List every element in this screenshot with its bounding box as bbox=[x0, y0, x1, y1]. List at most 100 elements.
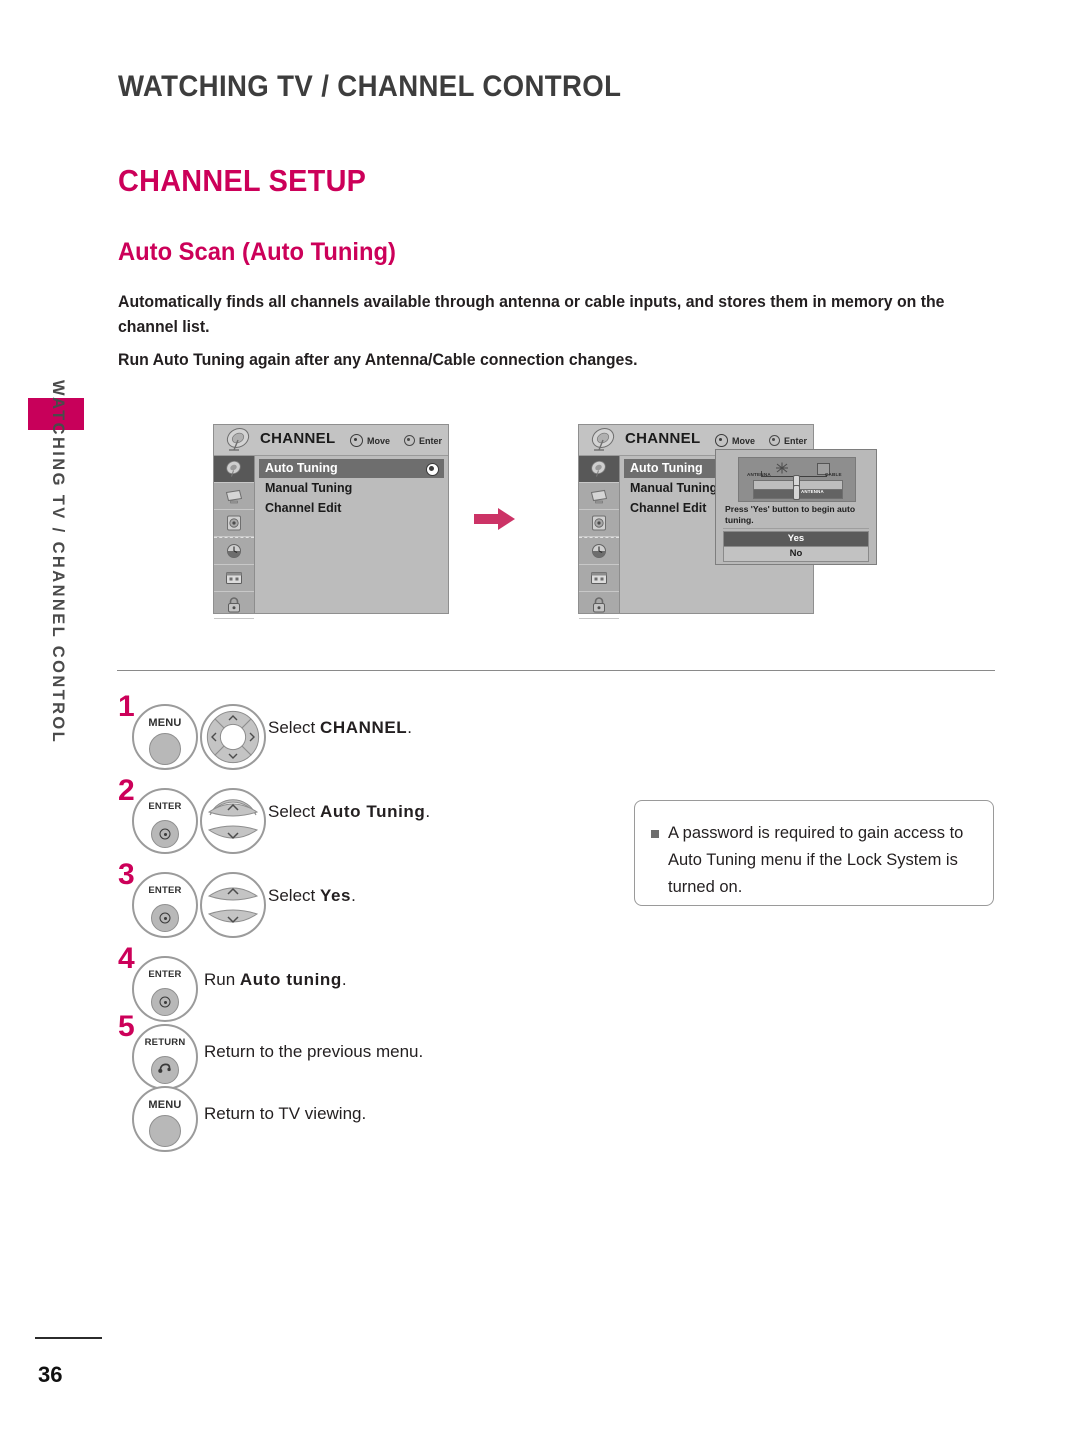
rail-item-time[interactable] bbox=[214, 537, 254, 565]
enter-dot-icon bbox=[768, 435, 780, 446]
enter-button-key bbox=[151, 820, 179, 848]
osd-titlebar: CHANNEL Move Enter bbox=[214, 425, 448, 456]
audio-speaker-icon bbox=[227, 515, 241, 531]
dialog-divider bbox=[723, 528, 869, 529]
move-nav-icon bbox=[714, 434, 728, 447]
osd-menu-item-manual-tuning[interactable]: Manual Tuning bbox=[259, 479, 444, 498]
dialog-message-text: Press 'Yes' button to begin auto tuning. bbox=[725, 504, 856, 525]
step-instruction: Return to TV viewing. bbox=[204, 1104, 366, 1124]
osd-menu-list: Auto Tuning Manual Tuning Channel Edit bbox=[255, 456, 448, 613]
osd-hint-enter-label: Enter bbox=[418, 435, 442, 446]
return-button-label: RETURN bbox=[144, 1037, 186, 1048]
diagram-label-antenna: ANTENNA bbox=[747, 472, 771, 477]
menu-button-label: MENU bbox=[148, 717, 182, 729]
step-text-prefix: Select bbox=[268, 886, 320, 905]
step-instruction: Select CHANNEL. bbox=[268, 718, 412, 738]
step-number: 4 bbox=[118, 942, 135, 975]
antenna-icon bbox=[776, 462, 788, 474]
osd-menu-item-label: Manual Tuning bbox=[630, 481, 718, 495]
osd-icon-rail bbox=[579, 456, 620, 619]
step-text-suffix: . bbox=[341, 970, 347, 989]
enter-button[interactable]: ENTER bbox=[132, 956, 198, 1022]
step-text-prefix: Return to TV viewing. bbox=[204, 1104, 367, 1123]
rail-item-picture[interactable] bbox=[214, 483, 254, 510]
section-divider-rule bbox=[117, 670, 995, 671]
page-number: 36 bbox=[38, 1362, 63, 1387]
dialog-no-button[interactable]: No bbox=[723, 546, 869, 562]
time-clock-icon bbox=[227, 544, 241, 558]
osd-icon-rail bbox=[214, 456, 255, 619]
auto-tuning-confirm-dialog: ANTENNA CABLE ANTENNA Press 'Yes' button… bbox=[715, 449, 877, 565]
rail-item-picture[interactable] bbox=[579, 483, 619, 510]
time-clock-icon bbox=[592, 544, 606, 558]
rail-item-lock[interactable] bbox=[579, 592, 619, 619]
step-row: 3 ENTER Select Yes. bbox=[118, 860, 588, 948]
right-arrow-icon bbox=[474, 508, 515, 530]
move-nav-icon bbox=[349, 434, 363, 447]
osd-title-label: CHANNEL bbox=[625, 430, 701, 447]
dialog-yes-button[interactable]: Yes bbox=[723, 531, 869, 547]
osd-menu-item-channel-edit[interactable]: Channel Edit bbox=[259, 499, 444, 518]
enter-button-label: ENTER bbox=[148, 969, 182, 980]
up-down-nav-wheel[interactable] bbox=[200, 788, 266, 854]
step-number: 3 bbox=[118, 858, 135, 891]
lock-padlock-icon bbox=[593, 597, 605, 613]
step-text-suffix: . bbox=[407, 718, 413, 737]
osd-menu-item-auto-tuning[interactable]: Auto Tuning bbox=[259, 459, 444, 478]
return-button[interactable]: RETURN bbox=[132, 1024, 198, 1090]
intro-paragraph-2: Run Auto Tuning again after any Antenna/… bbox=[118, 351, 638, 369]
osd-menu-item-label: Channel Edit bbox=[630, 501, 707, 515]
picture-tv-icon bbox=[590, 489, 608, 504]
rail-item-option[interactable] bbox=[214, 565, 254, 592]
enter-button[interactable]: ENTER bbox=[132, 788, 198, 854]
audio-speaker-icon bbox=[592, 515, 606, 531]
step-instruction: Select Auto Tuning. bbox=[268, 802, 430, 822]
return-arrow-icon bbox=[158, 1063, 171, 1073]
antenna-cable-diagram: ANTENNA CABLE ANTENNA bbox=[738, 457, 856, 502]
step-row: MENU Return to TV viewing. bbox=[118, 1084, 588, 1152]
four-way-nav-icon bbox=[206, 710, 260, 764]
rail-item-channel[interactable] bbox=[579, 456, 619, 483]
up-down-nav-icon bbox=[207, 799, 259, 840]
rail-item-lock[interactable] bbox=[214, 592, 254, 619]
step-text-prefix: Select bbox=[268, 718, 320, 737]
option-calendar-icon bbox=[591, 572, 607, 584]
rail-item-audio[interactable] bbox=[214, 510, 254, 537]
step-text-prefix: Run bbox=[204, 970, 240, 989]
step-text-bold: Auto tuning bbox=[239, 970, 342, 989]
rail-item-option[interactable] bbox=[579, 565, 619, 592]
page-header-title: WATCHING TV / CHANNEL CONTROL bbox=[118, 70, 622, 103]
step-text-bold: Auto Tuning bbox=[319, 802, 426, 821]
up-down-nav-wheel[interactable] bbox=[200, 872, 266, 938]
osd-hint-move-label: Move bbox=[366, 435, 390, 446]
diagram-connector-lower bbox=[793, 485, 800, 500]
rail-item-audio[interactable] bbox=[579, 510, 619, 537]
step-row: 1 MENU Select CHANNEL. bbox=[118, 692, 588, 780]
steps-list: 1 MENU Select CHANNEL. 2 ENTER Select Au… bbox=[118, 692, 588, 1152]
osd-hint-move-label: Move bbox=[731, 435, 755, 446]
radio-selected-icon bbox=[426, 463, 439, 476]
step-row: 4 ENTER Run Auto tuning. bbox=[118, 944, 588, 1022]
rail-item-channel[interactable] bbox=[214, 456, 254, 483]
menu-button[interactable]: MENU bbox=[132, 1086, 198, 1152]
step-row: 2 ENTER Select Auto Tuning. bbox=[118, 776, 588, 864]
four-way-nav-wheel[interactable] bbox=[200, 704, 266, 770]
channel-dish-icon bbox=[591, 428, 615, 451]
enter-button-label: ENTER bbox=[148, 801, 182, 812]
menu-button[interactable]: MENU bbox=[132, 704, 198, 770]
rail-item-time[interactable] bbox=[579, 537, 619, 565]
channel-dish-icon bbox=[226, 460, 241, 477]
osd-hint-group: Move Enter bbox=[714, 434, 807, 447]
note-callout-box: A password is required to gain access to… bbox=[634, 800, 994, 906]
osd-screenshot-channel-menu: CHANNEL Move Enter Auto Tuning Manual Tu… bbox=[213, 424, 449, 619]
intro-text-block: Automatically finds all channels availab… bbox=[118, 290, 1008, 373]
section-title: CHANNEL SETUP bbox=[118, 163, 367, 198]
osd-hint-group: Move Enter bbox=[349, 434, 442, 447]
note-text: A password is required to gain access to… bbox=[668, 824, 964, 896]
lock-padlock-icon bbox=[228, 597, 240, 613]
osd-hint-enter-label: Enter bbox=[783, 435, 807, 446]
intro-paragraph-1: Automatically finds all channels availab… bbox=[118, 293, 945, 336]
up-down-nav-icon bbox=[207, 887, 259, 924]
enter-button[interactable]: ENTER bbox=[132, 872, 198, 938]
diagram-label-selected-source: ANTENNA bbox=[801, 489, 824, 494]
